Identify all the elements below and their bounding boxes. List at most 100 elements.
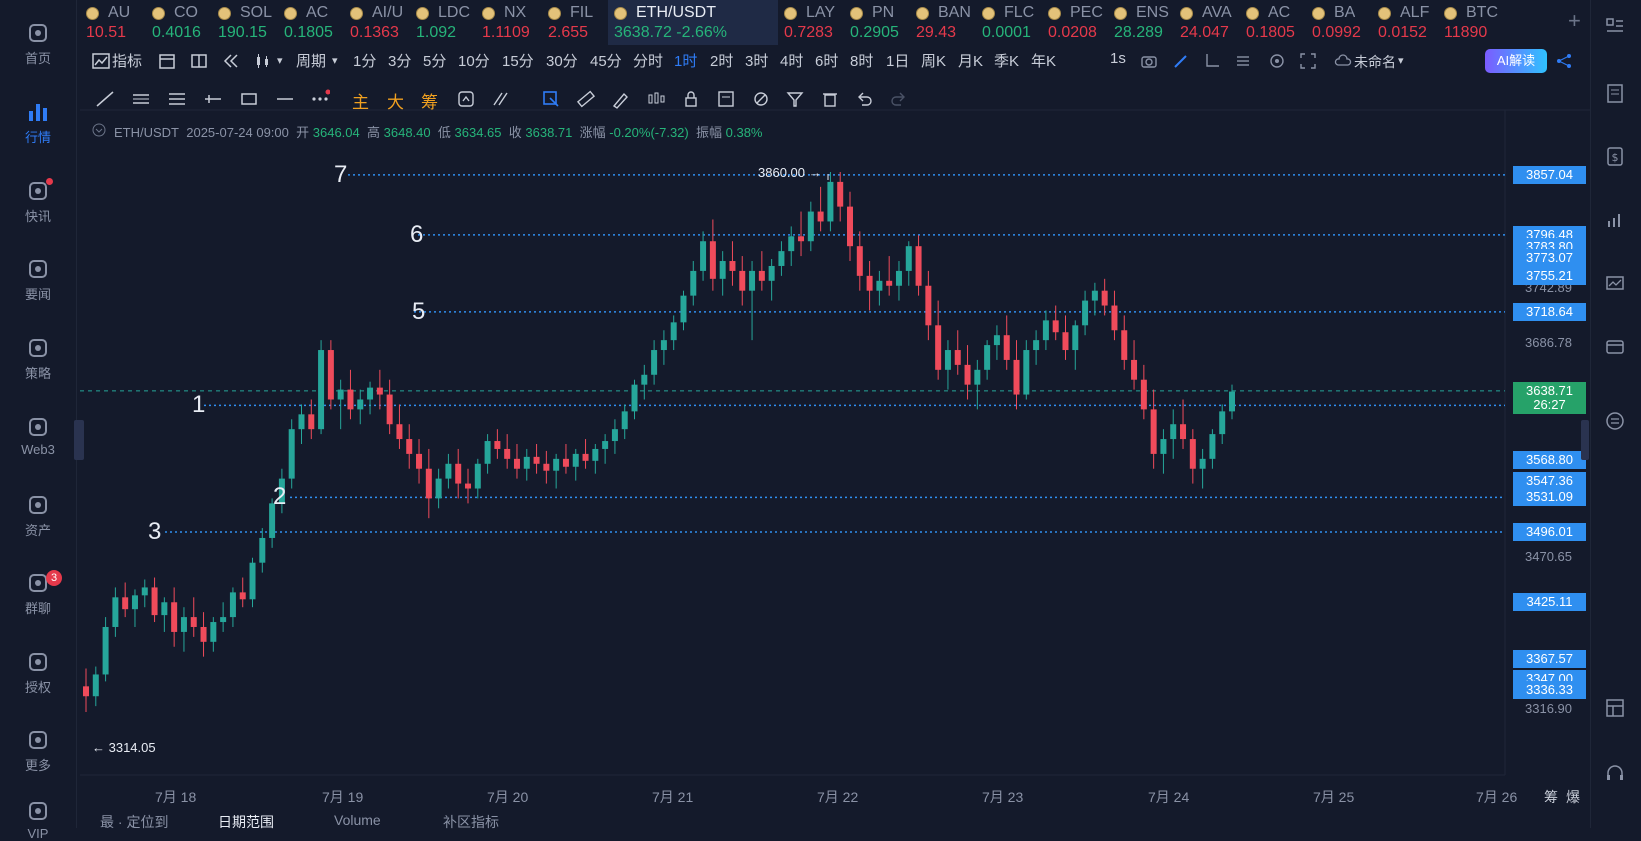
candle-body	[1072, 325, 1079, 351]
price-tag: 3496.01	[1513, 523, 1586, 542]
left-panel-handle[interactable]	[74, 420, 84, 460]
candle-body	[974, 369, 981, 385]
high-marker-label: 3860.00 →	[758, 165, 822, 180]
candle-body	[504, 448, 511, 459]
candle-body	[210, 622, 217, 642]
candle-body	[337, 389, 344, 400]
candle-body	[435, 478, 442, 499]
candle-body	[122, 597, 129, 610]
candle-body	[249, 562, 256, 600]
candle-body	[641, 374, 648, 385]
price-tag: 3336.33	[1513, 680, 1586, 699]
price-tag: 3718.64	[1513, 302, 1586, 321]
candle-body	[190, 617, 197, 627]
candle-body	[1121, 330, 1128, 360]
candle-body	[1023, 350, 1030, 395]
candle-body	[719, 261, 726, 279]
date-axis-label: 7月 23	[982, 789, 1024, 805]
price-tag: 3568.80	[1513, 451, 1586, 470]
burst-corner-button[interactable]: 爆	[1566, 787, 1580, 807]
date-axis-label: 7月 21	[652, 789, 694, 805]
candle-body	[445, 463, 452, 479]
candle-body	[543, 463, 550, 471]
candle-body	[572, 453, 579, 467]
candle-body	[484, 441, 491, 464]
watchlist-icon[interactable]	[1604, 16, 1626, 38]
candle-body	[611, 429, 618, 442]
candle-body	[200, 626, 207, 642]
price-tag: 3755.21	[1513, 266, 1586, 285]
candle-body	[925, 285, 932, 326]
candle-body	[631, 384, 638, 412]
date-axis-label: 7月 20	[487, 789, 529, 805]
candle-body	[935, 325, 942, 370]
bar-chart-icon[interactable]	[1604, 209, 1626, 231]
candle-body	[895, 270, 902, 286]
candlestick-chart[interactable]	[0, 0, 1641, 828]
candle-body	[318, 350, 325, 430]
panel-layout-icon[interactable]	[1604, 697, 1626, 719]
date-axis-label: 7月 22	[817, 789, 859, 805]
candle-body	[1150, 409, 1157, 454]
price-tag: 3773.07	[1513, 248, 1586, 267]
candle-body	[229, 592, 236, 618]
candle-body	[416, 453, 423, 469]
candle-body	[396, 424, 403, 440]
right-panel-handle[interactable]	[1581, 420, 1589, 460]
price-axis-label: 3316.90	[1525, 701, 1572, 717]
price-tag: 3425.11	[1513, 593, 1586, 612]
bottom-tab-date-range[interactable]: 日期范围	[218, 812, 274, 832]
price-axis-label: 3686.78	[1525, 335, 1572, 351]
candle-body	[523, 456, 530, 469]
bottom-tab-locate[interactable]: 最 · 定位到	[100, 812, 168, 832]
price-tag: 3857.04	[1513, 165, 1586, 184]
candle-body	[239, 592, 246, 600]
bottom-tabs: 最 · 定位到 日期范围 Volume 补区指标	[80, 812, 1590, 830]
candle-body	[1111, 305, 1118, 331]
monitor-chart-icon[interactable]	[1604, 273, 1626, 295]
headset-icon[interactable]	[1604, 762, 1626, 784]
candle-body	[180, 617, 187, 632]
candle-body	[1101, 290, 1108, 306]
chip-corner-button[interactable]: 筹	[1544, 787, 1558, 807]
svg-text:$: $	[1612, 151, 1619, 164]
candle-body	[915, 246, 922, 286]
candle-body	[112, 597, 119, 627]
dollar-icon[interactable]: $	[1604, 145, 1626, 167]
candle-body	[347, 389, 354, 410]
candle-body	[651, 350, 658, 375]
transfer-icon[interactable]	[1604, 410, 1626, 432]
candle-body	[690, 270, 697, 296]
candle-body	[984, 345, 991, 370]
bottom-tab-volume[interactable]: Volume	[334, 812, 381, 828]
candle-body	[1229, 391, 1235, 412]
candle-body	[220, 617, 227, 623]
candle-body	[758, 270, 765, 281]
document-icon[interactable]	[1604, 82, 1626, 104]
candle-body	[660, 340, 667, 351]
bottom-tab-indicator[interactable]: 补区指标	[443, 812, 499, 832]
candle-body	[1131, 359, 1138, 380]
candle-body	[592, 448, 599, 461]
candle-body	[494, 441, 501, 449]
candle-body	[386, 394, 393, 425]
level-number-label: 6	[410, 220, 424, 248]
candle-body	[367, 387, 374, 400]
candle-body	[553, 458, 560, 471]
candle-body	[1170, 424, 1177, 440]
candle-body	[1199, 458, 1206, 469]
candle-body	[1082, 300, 1089, 326]
card-icon[interactable]	[1604, 336, 1626, 358]
candle-body	[406, 439, 413, 454]
candle-body	[455, 463, 462, 484]
candle-body	[1003, 335, 1010, 360]
candle-body	[964, 364, 971, 385]
candle-body	[788, 236, 795, 252]
candle-body	[141, 587, 148, 596]
level-number-label: 2	[273, 483, 287, 511]
candle-body	[847, 206, 853, 247]
candle-body	[1209, 434, 1216, 459]
candle-body	[778, 251, 785, 266]
candle-body	[700, 241, 707, 271]
level-number-label: 5	[412, 297, 426, 325]
